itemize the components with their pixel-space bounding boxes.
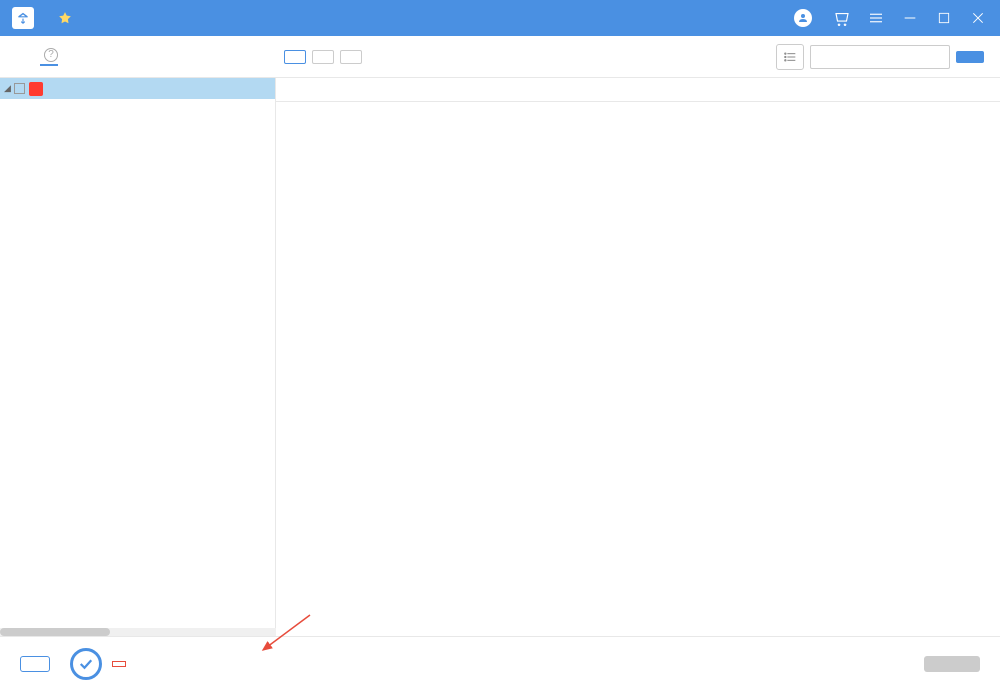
back-to-home-button[interactable] <box>20 656 50 672</box>
footer <box>0 636 1000 690</box>
file-type-icon <box>29 82 43 96</box>
collapse-icon[interactable]: ◢ <box>4 83 14 94</box>
filter-bar <box>284 44 984 70</box>
file-list-panel <box>276 78 1000 638</box>
vip-badge <box>58 11 75 25</box>
filter-deleted-files[interactable] <box>312 50 334 64</box>
help-icon[interactable]: ? <box>44 48 58 62</box>
sidebar-tree: ◢ <box>0 78 276 638</box>
user-avatar-icon[interactable] <box>794 9 812 27</box>
title-bar <box>0 0 1000 36</box>
sidebar-scrollbar[interactable] <box>0 628 276 636</box>
menu-icon[interactable] <box>866 8 886 28</box>
check-circle-icon <box>70 648 102 680</box>
search-button[interactable] <box>956 51 984 63</box>
cart-icon[interactable] <box>832 8 852 28</box>
table-header <box>276 78 1000 102</box>
view-list-icon[interactable] <box>776 44 804 70</box>
checkbox[interactable] <box>14 83 25 94</box>
recover-button[interactable] <box>924 656 980 672</box>
filter-all-files[interactable] <box>284 50 306 64</box>
app-logo-icon <box>12 7 34 29</box>
minimize-icon[interactable] <box>900 8 920 28</box>
maximize-icon[interactable] <box>934 8 954 28</box>
close-icon[interactable] <box>968 8 988 28</box>
scan-status <box>112 661 126 667</box>
tree-root[interactable]: ◢ <box>0 78 275 99</box>
filter-smart-filter[interactable] <box>340 50 362 64</box>
tab-file-type[interactable]: ? <box>40 48 58 66</box>
search-input[interactable] <box>810 45 950 69</box>
